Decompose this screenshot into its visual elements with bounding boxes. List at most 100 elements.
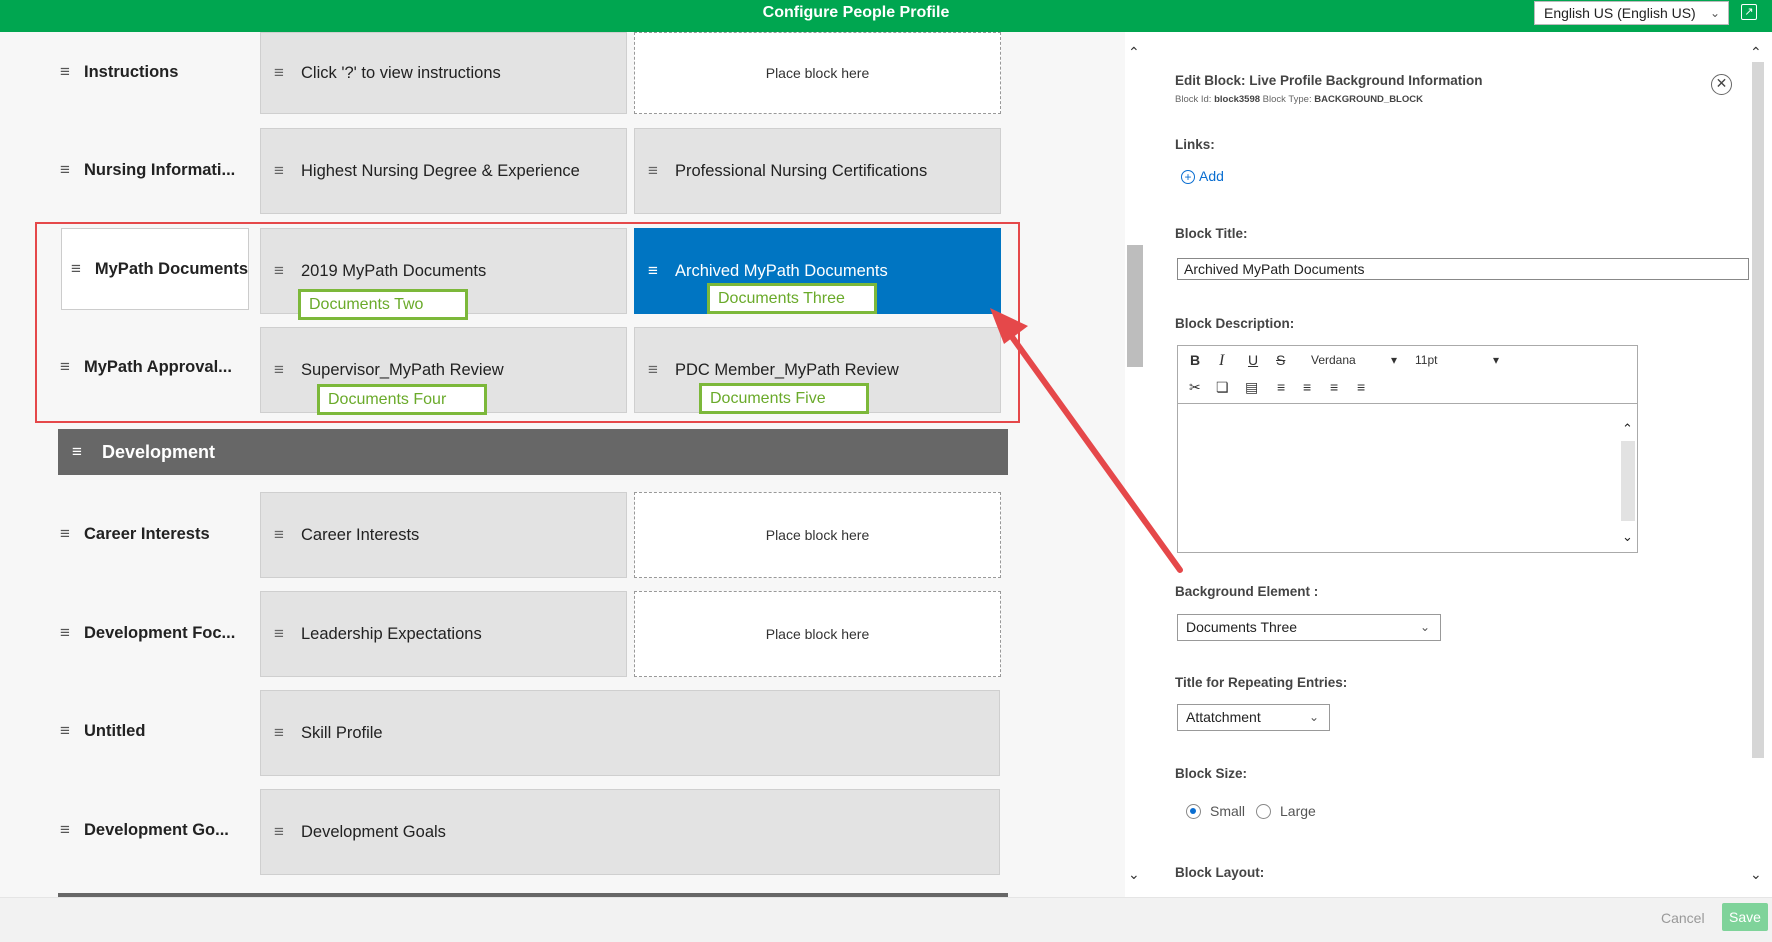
row-label-text: Development Go... bbox=[84, 820, 229, 839]
drag-handle-icon[interactable]: ≡ bbox=[60, 160, 74, 180]
block-professional-nursing-certifications[interactable]: ≡ Professional Nursing Certifications bbox=[634, 128, 1001, 214]
italic-icon[interactable]: I bbox=[1219, 352, 1224, 370]
chevron-up-icon[interactable]: ⌃ bbox=[1750, 44, 1762, 61]
cancel-button[interactable]: Cancel bbox=[1661, 910, 1705, 926]
block-layout-label: Block Layout: bbox=[1175, 865, 1265, 880]
top-bar: Configure People Profile English US (Eng… bbox=[0, 0, 1772, 32]
copy-icon[interactable]: ❏ bbox=[1216, 379, 1229, 396]
block-career-interests[interactable]: ≡ Career Interests bbox=[260, 492, 627, 578]
placeholder-slot[interactable]: Place block here bbox=[634, 591, 1001, 677]
block-label: Skill Profile bbox=[301, 723, 383, 742]
chevron-up-icon[interactable]: ⌃ bbox=[1128, 44, 1140, 61]
drag-handle-icon[interactable]: ≡ bbox=[60, 524, 74, 544]
block-type-label: Block Type: bbox=[1262, 94, 1312, 105]
section-header-development[interactable]: ≡ Development bbox=[58, 429, 1008, 475]
indent-icon[interactable]: ≡ bbox=[1357, 379, 1365, 395]
block-instructions[interactable]: ≡ Click '?' to view instructions bbox=[260, 32, 627, 114]
strikethrough-icon[interactable]: S bbox=[1276, 352, 1285, 368]
fullscreen-icon[interactable]: ↗ bbox=[1741, 4, 1757, 20]
block-title-input[interactable]: Archived MyPath Documents bbox=[1177, 258, 1749, 280]
add-link-label: Add bbox=[1199, 168, 1224, 184]
scrollbar-thumb[interactable] bbox=[1127, 245, 1143, 367]
close-icon[interactable]: ✕ bbox=[1711, 74, 1732, 95]
font-family-select[interactable]: Verdana ▾ bbox=[1311, 353, 1401, 367]
editor-scrollbar[interactable]: ⌃ ⌄ bbox=[1621, 421, 1635, 546]
scrollbar-thumb[interactable] bbox=[1621, 441, 1635, 521]
drag-handle-icon[interactable]: ≡ bbox=[60, 623, 74, 643]
cut-icon[interactable]: ✂ bbox=[1189, 379, 1201, 396]
background-element-select[interactable]: Documents Three ⌄ bbox=[1177, 614, 1441, 641]
chevron-down-icon[interactable]: ⌄ bbox=[1622, 529, 1633, 545]
numbered-list-icon[interactable]: ≡ bbox=[1303, 379, 1311, 395]
radio-label: Large bbox=[1280, 803, 1316, 819]
block-label: Professional Nursing Certifications bbox=[675, 161, 928, 180]
row-label-career-interests[interactable]: ≡ Career Interests bbox=[60, 494, 248, 574]
block-label: Click '?' to view instructions bbox=[301, 63, 501, 82]
drag-handle-icon[interactable]: ≡ bbox=[60, 820, 74, 840]
row-label-nursing[interactable]: ≡ Nursing Informati... bbox=[60, 130, 248, 210]
row-label-instructions[interactable]: ≡ Instructions bbox=[60, 32, 248, 112]
language-select[interactable]: English US (English US) ⌄ bbox=[1534, 1, 1729, 25]
drag-handle-icon[interactable]: ≡ bbox=[72, 442, 86, 462]
bullet-list-icon[interactable]: ≡ bbox=[1277, 379, 1285, 395]
block-highest-nursing-degree[interactable]: ≡ Highest Nursing Degree & Experience bbox=[260, 128, 627, 214]
edit-block-title: Edit Block: Live Profile Background Info… bbox=[1175, 73, 1483, 88]
block-title-label: Block Title: bbox=[1175, 226, 1248, 241]
scrollbar-thumb[interactable] bbox=[1752, 62, 1764, 758]
block-description-label: Block Description: bbox=[1175, 316, 1295, 331]
app: Configure People Profile English US (Eng… bbox=[0, 0, 1772, 942]
placeholder-slot[interactable]: Place block here bbox=[634, 492, 1001, 578]
drag-handle-icon[interactable]: ≡ bbox=[60, 62, 74, 82]
block-development-goals[interactable]: ≡ Development Goals bbox=[260, 789, 1000, 875]
drag-handle-icon[interactable]: ≡ bbox=[274, 525, 288, 545]
block-size-small-radio[interactable]: Small bbox=[1186, 803, 1245, 819]
repeating-title-select[interactable]: Attatchment ⌄ bbox=[1177, 704, 1330, 731]
chevron-down-icon[interactable]: ⌄ bbox=[1128, 866, 1140, 883]
repeating-title-value: Attatchment bbox=[1186, 709, 1261, 725]
block-leadership-expectations[interactable]: ≡ Leadership Expectations bbox=[260, 591, 627, 677]
row-label-text: Instructions bbox=[84, 62, 179, 81]
drag-handle-icon[interactable]: ≡ bbox=[274, 822, 288, 842]
underline-icon[interactable]: U bbox=[1248, 352, 1258, 368]
repeating-title-label: Title for Repeating Entries: bbox=[1175, 675, 1348, 690]
radio-selected-icon bbox=[1186, 803, 1201, 819]
row-label-development-focus[interactable]: ≡ Development Foc... bbox=[60, 593, 248, 673]
drag-handle-icon[interactable]: ≡ bbox=[274, 624, 288, 644]
drag-handle-icon[interactable]: ≡ bbox=[274, 723, 288, 743]
block-label: Development Goals bbox=[301, 822, 446, 841]
drag-handle-icon[interactable]: ≡ bbox=[274, 63, 288, 83]
font-size-select[interactable]: 11pt ▾ bbox=[1415, 353, 1505, 367]
chevron-down-icon: ⌄ bbox=[1419, 620, 1430, 634]
chevron-up-icon[interactable]: ⌃ bbox=[1622, 421, 1633, 437]
outdent-icon[interactable]: ≡ bbox=[1330, 379, 1338, 395]
chevron-down-icon[interactable]: ⌄ bbox=[1750, 866, 1762, 883]
drag-handle-icon[interactable]: ≡ bbox=[274, 161, 288, 181]
add-link-button[interactable]: + Add bbox=[1181, 168, 1224, 184]
footer-bar bbox=[0, 897, 1772, 942]
row-label-text: Untitled bbox=[84, 721, 146, 740]
row-label-untitled[interactable]: ≡ Untitled bbox=[60, 691, 248, 771]
chevron-down-icon: ▾ bbox=[1493, 353, 1500, 367]
section-title: Development bbox=[102, 441, 216, 462]
block-label: Leadership Expectations bbox=[301, 624, 482, 643]
row-label-development-goals[interactable]: ≡ Development Go... bbox=[60, 790, 248, 870]
block-size-large-radio[interactable]: Large bbox=[1256, 803, 1316, 819]
block-type-value: BACKGROUND_BLOCK bbox=[1314, 94, 1423, 105]
block-label: Career Interests bbox=[301, 525, 420, 544]
bold-icon[interactable]: B bbox=[1190, 352, 1200, 368]
drag-handle-icon[interactable]: ≡ bbox=[60, 721, 74, 741]
block-skill-profile[interactable]: ≡ Skill Profile bbox=[260, 690, 1000, 776]
language-select-value: English US (English US) bbox=[1544, 5, 1696, 21]
block-id-value: block3598 bbox=[1214, 94, 1261, 105]
editor-body[interactable] bbox=[1178, 405, 1637, 552]
block-label: Highest Nursing Degree & Experience bbox=[301, 161, 580, 180]
plus-icon: + bbox=[1181, 170, 1195, 184]
rich-text-editor[interactable]: B I U S Verdana ▾ 11pt ▾ ✂ ❏ ▤ ≡ ≡ ≡ ≡ ⌃ ⌄ bbox=[1177, 345, 1638, 553]
row-label-text: Nursing Informati... bbox=[84, 160, 236, 179]
block-meta: Block Id: block3598 Block Type: BACKGROU… bbox=[1175, 94, 1423, 105]
save-button[interactable]: Save bbox=[1722, 903, 1768, 931]
placeholder-slot[interactable]: Place block here bbox=[634, 32, 1001, 114]
paste-icon[interactable]: ▤ bbox=[1245, 379, 1258, 396]
drag-handle-icon[interactable]: ≡ bbox=[648, 161, 662, 181]
chevron-down-icon: ⌄ bbox=[1308, 710, 1319, 724]
